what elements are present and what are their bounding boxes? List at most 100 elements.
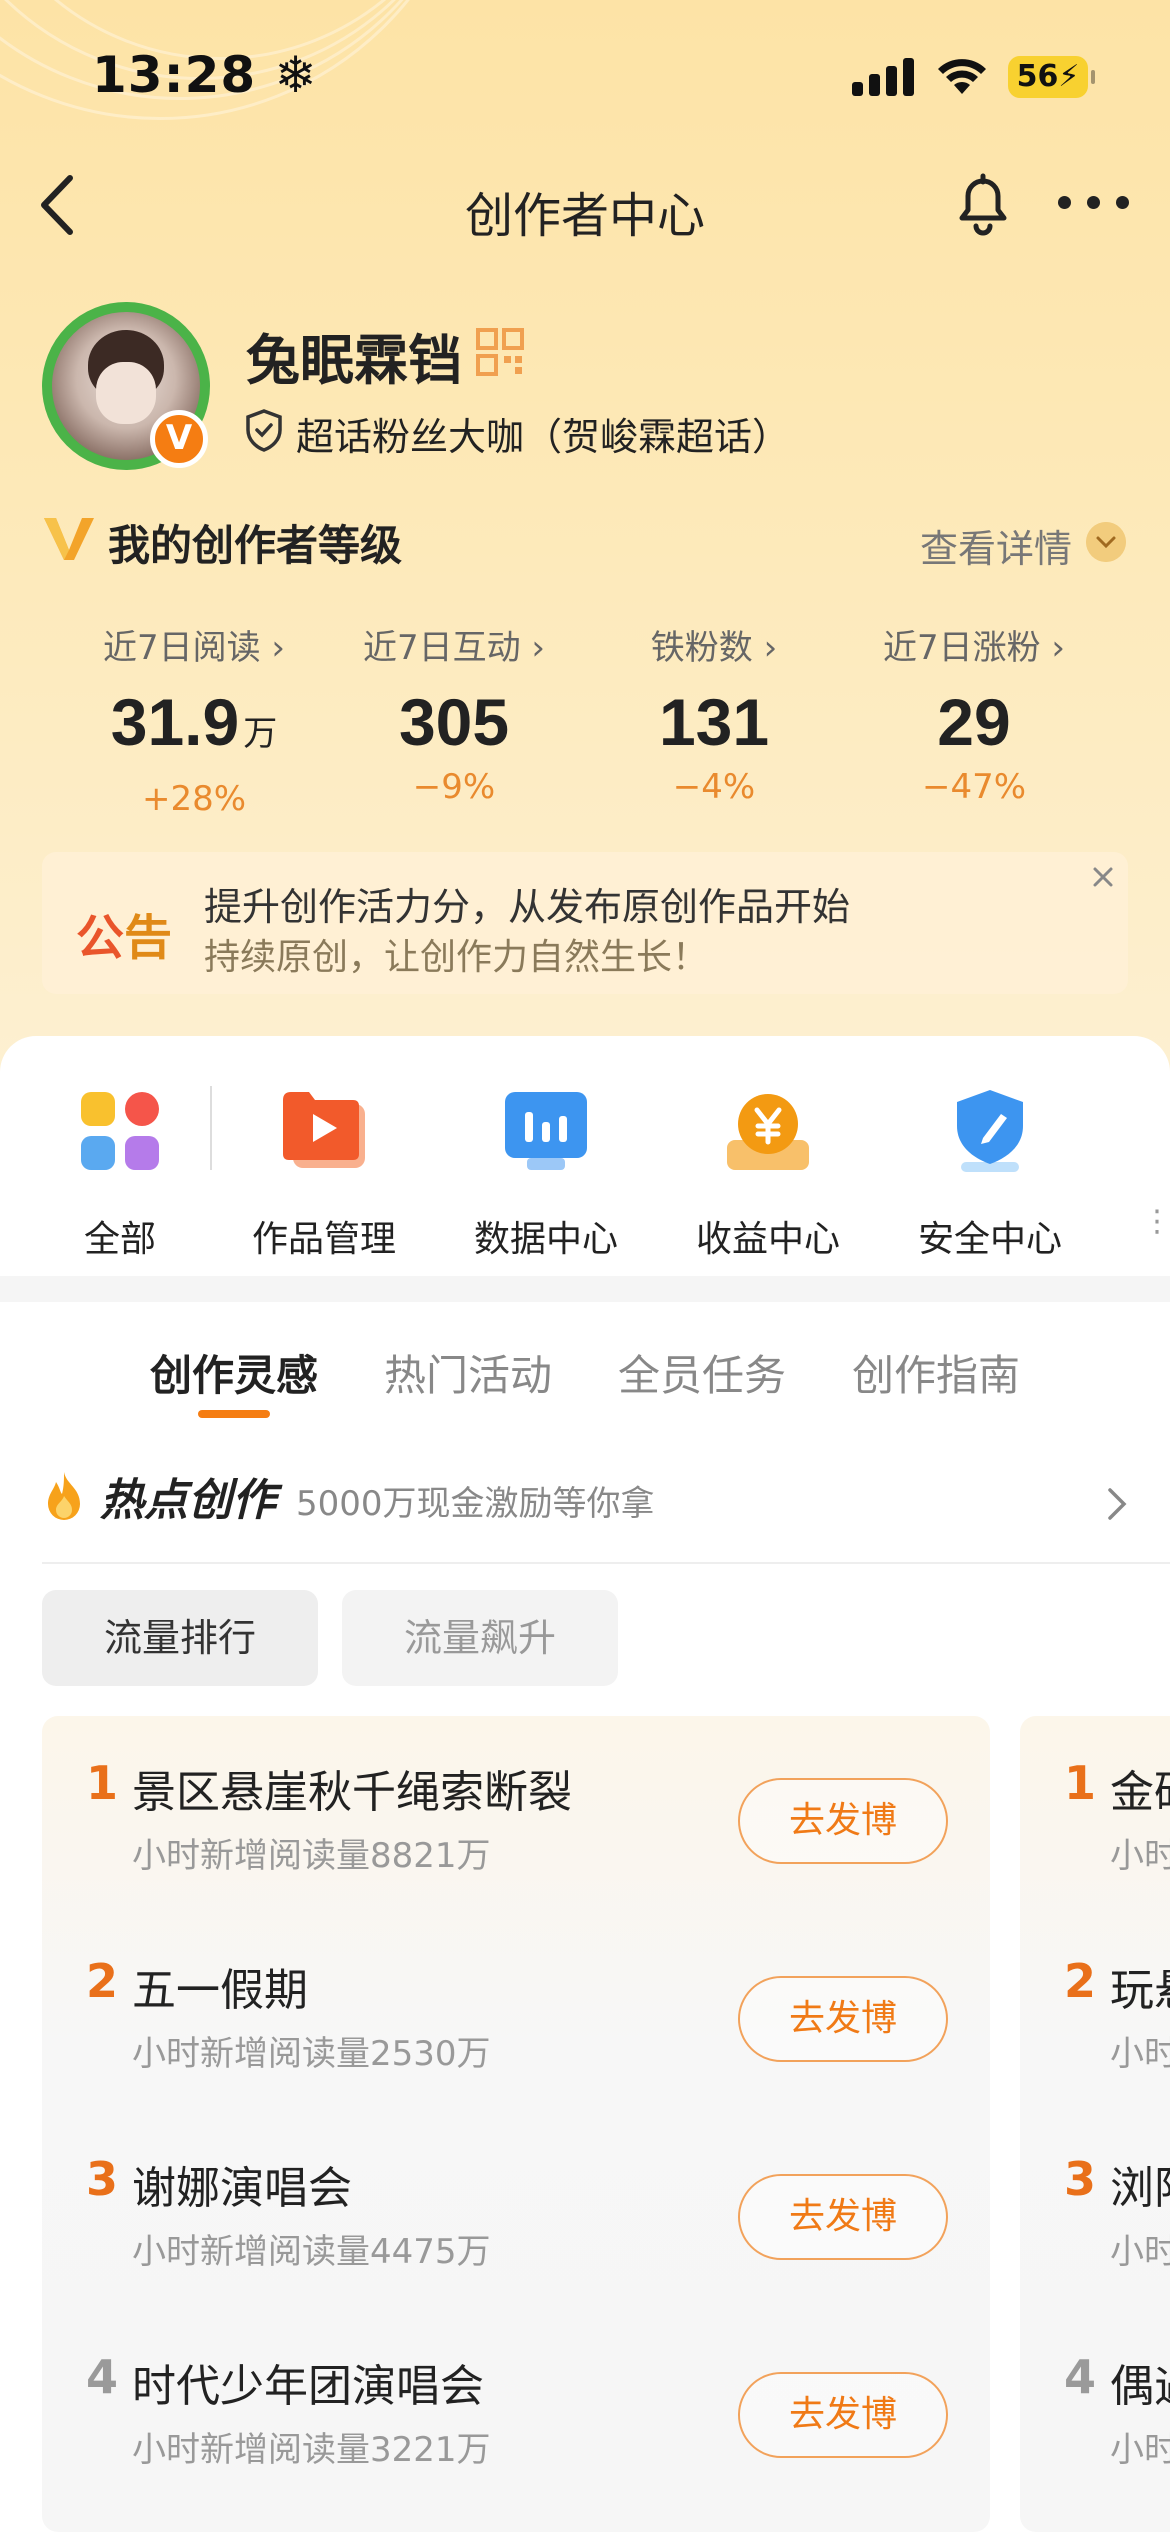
- rank-title: 浏阳: [1110, 2163, 1170, 2214]
- close-icon[interactable]: [1086, 860, 1120, 894]
- cellular-signal-icon: [852, 58, 916, 96]
- quick-menu-works[interactable]: 作品管理: [224, 1086, 424, 1262]
- stat-interactions[interactable]: 近7日互动 › 305 −9%: [324, 620, 584, 807]
- inspiration-section: 创作灵感 热门活动 全员任务 创作指南 热点创作 5000万现金激励等你拿 流量…: [0, 1302, 1170, 2532]
- stat-label: 近7日涨粉 ›: [882, 628, 1066, 668]
- stat-value: 305: [324, 687, 584, 757]
- rank-number: 4: [86, 2350, 119, 2404]
- stat-number: 29: [937, 685, 1011, 759]
- active-tab-indicator: [198, 1410, 270, 1418]
- stat-change: −4%: [672, 767, 756, 807]
- list-item[interactable]: 4 偶遇 小时: [1020, 2310, 1170, 2508]
- announcement-banner[interactable]: 公告 提升创作活力分，从发布原创作品开始 持续原创，让创作力自然生长！: [42, 852, 1128, 994]
- quick-menu-all[interactable]: 全部: [20, 1086, 220, 1262]
- play-video-icon: [283, 1092, 365, 1168]
- tab-creation-guide[interactable]: 创作指南: [852, 1342, 1020, 1403]
- ranking-list: 1 景区悬崖秋千绳索断裂 小时新增阅读量8821万 去发博 2 五一假期 小时新…: [42, 1716, 990, 2532]
- stat-iron-fans[interactable]: 铁粉数 › 131 −4%: [584, 620, 844, 807]
- status-bar: 13:28 ❄ 56⚡: [0, 0, 1170, 150]
- hot-creation-subtitle: 5000万现金激励等你拿: [296, 1484, 655, 1524]
- battery-indicator: 56⚡: [1008, 56, 1095, 98]
- rank-title: 偶遇: [1110, 2361, 1170, 2412]
- tab-inspiration[interactable]: 创作灵感: [150, 1342, 318, 1403]
- creator-level-title: 我的创作者等级: [108, 521, 403, 570]
- rank-subtitle: 小时: [1110, 2232, 1170, 2272]
- list-item[interactable]: 1 景区悬崖秋千绳索断裂 小时新增阅读量8821万 去发博: [42, 1716, 990, 1914]
- stat-label: 铁粉数 ›: [650, 628, 778, 668]
- post-button[interactable]: 去发博: [738, 1976, 948, 2062]
- chevron-right-icon[interactable]: [1102, 1484, 1132, 1524]
- rank-title: 景区悬崖秋千绳索断裂: [132, 1767, 572, 1818]
- rank-subtitle: 小时新增阅读量8821万: [132, 1836, 491, 1876]
- stat-label: 近7日阅读 ›: [102, 628, 286, 668]
- grid-apps-icon: [81, 1092, 159, 1170]
- stat-change: +28%: [141, 779, 247, 819]
- chevron-down-icon[interactable]: [1086, 522, 1126, 562]
- fan-title[interactable]: 超话粉丝大咖（贺峻霖超话）: [296, 406, 790, 461]
- tab-all-tasks[interactable]: 全员任务: [618, 1342, 786, 1403]
- announcement-tag-char: 告: [124, 910, 173, 966]
- stat-unit: 万: [243, 715, 278, 753]
- quick-menu-revenue[interactable]: 收益中心: [668, 1086, 868, 1262]
- rank-title: 时代少年团演唱会: [132, 2361, 484, 2412]
- rank-number: 2: [1064, 1954, 1097, 2008]
- quick-menu-label: 数据中心: [473, 1219, 618, 1260]
- quick-menu-label: 作品管理: [251, 1219, 396, 1260]
- hot-creation-header[interactable]: 热点创作 5000万现金激励等你拿: [42, 1464, 1170, 1564]
- rank-subtitle: 小时: [1110, 2430, 1170, 2470]
- stat-value: 131: [584, 687, 844, 757]
- quick-menu-security[interactable]: 安全中心: [890, 1086, 1090, 1262]
- rank-subtitle: 小时新增阅读量4475万: [132, 2232, 491, 2272]
- stat-change: −9%: [412, 767, 496, 807]
- qr-code-icon[interactable]: [476, 328, 524, 376]
- ranking-list-next[interactable]: 1 金矿 小时 2 玩悬 小时 3 浏阳 小时 4 偶遇 小时: [1020, 1716, 1170, 2532]
- filter-traffic-rising[interactable]: 流量飙升: [342, 1590, 618, 1686]
- view-details-link[interactable]: 查看详情: [920, 518, 1072, 573]
- rank-subtitle: 小时: [1110, 1836, 1170, 1876]
- stat-reads[interactable]: 近7日阅读 › 31.9 万 +28%: [64, 620, 324, 819]
- post-button[interactable]: 去发博: [738, 1778, 948, 1864]
- post-button[interactable]: 去发博: [738, 2174, 948, 2260]
- hot-creation-title: 热点创作: [100, 1475, 276, 1526]
- bar-chart-icon: [505, 1092, 587, 1170]
- list-item[interactable]: 2 五一假期 小时新增阅读量2530万 去发博: [42, 1914, 990, 2112]
- rank-title: 谢娜演唱会: [132, 2163, 352, 2214]
- more-options-icon[interactable]: [1058, 196, 1130, 212]
- verified-badge-icon: V: [150, 410, 208, 468]
- post-button[interactable]: 去发博: [738, 2372, 948, 2458]
- list-item[interactable]: 1 金矿 小时: [1020, 1716, 1170, 1914]
- bell-icon[interactable]: [952, 168, 1014, 238]
- announcement-tag: 公告: [76, 898, 172, 968]
- coin-yuan-icon: [727, 1094, 809, 1170]
- rank-subtitle: 小时新增阅读量3221万: [132, 2430, 491, 2470]
- list-item[interactable]: 2 玩悬 小时: [1020, 1914, 1170, 2112]
- stat-number: 131: [658, 685, 770, 759]
- tab-hot-events[interactable]: 热门活动: [384, 1342, 552, 1403]
- quick-menu-data[interactable]: 数据中心: [446, 1086, 646, 1262]
- rank-title: 玩悬: [1110, 1965, 1170, 2016]
- rank-number: 3: [1064, 2152, 1097, 2206]
- list-item[interactable]: 3 浏阳 小时: [1020, 2112, 1170, 2310]
- filter-traffic-ranking[interactable]: 流量排行: [42, 1590, 318, 1686]
- stat-new-fans[interactable]: 近7日涨粉 › 29 −47%: [844, 620, 1104, 807]
- stat-value: 31.9 万: [64, 687, 324, 769]
- rank-number: 4: [1064, 2350, 1097, 2404]
- announcement-headline: 提升创作活力分，从发布原创作品开始: [204, 885, 851, 929]
- stat-number: 31.9: [110, 685, 240, 759]
- fire-icon: [48, 1472, 80, 1520]
- rank-subtitle: 小时新增阅读量2530万: [132, 2034, 491, 2074]
- stat-value: 29: [844, 687, 1104, 757]
- announcement-subline: 持续原创，让创作力自然生长！: [204, 937, 709, 978]
- shield-check-icon: [246, 409, 282, 452]
- list-item[interactable]: 3 谢娜演唱会 小时新增阅读量4475万 去发博: [42, 2112, 990, 2310]
- rank-number: 3: [86, 2152, 119, 2206]
- quick-menu: 全部 作品管理 数据中心 收益中心 安全中心 ⋮: [0, 1036, 1170, 1276]
- quick-menu-label: 安全中心: [917, 1219, 1062, 1260]
- battery-level: 56: [1016, 59, 1059, 94]
- list-item[interactable]: 4 时代少年团演唱会 小时新增阅读量3221万 去发博: [42, 2310, 990, 2508]
- rank-title: 五一假期: [132, 1965, 308, 2016]
- quick-menu-label: 收益中心: [695, 1219, 840, 1260]
- status-time: 13:28 ❄: [92, 46, 318, 104]
- scroll-hint-icon: ⋮: [1142, 1204, 1170, 1239]
- rank-number: 2: [86, 1954, 119, 2008]
